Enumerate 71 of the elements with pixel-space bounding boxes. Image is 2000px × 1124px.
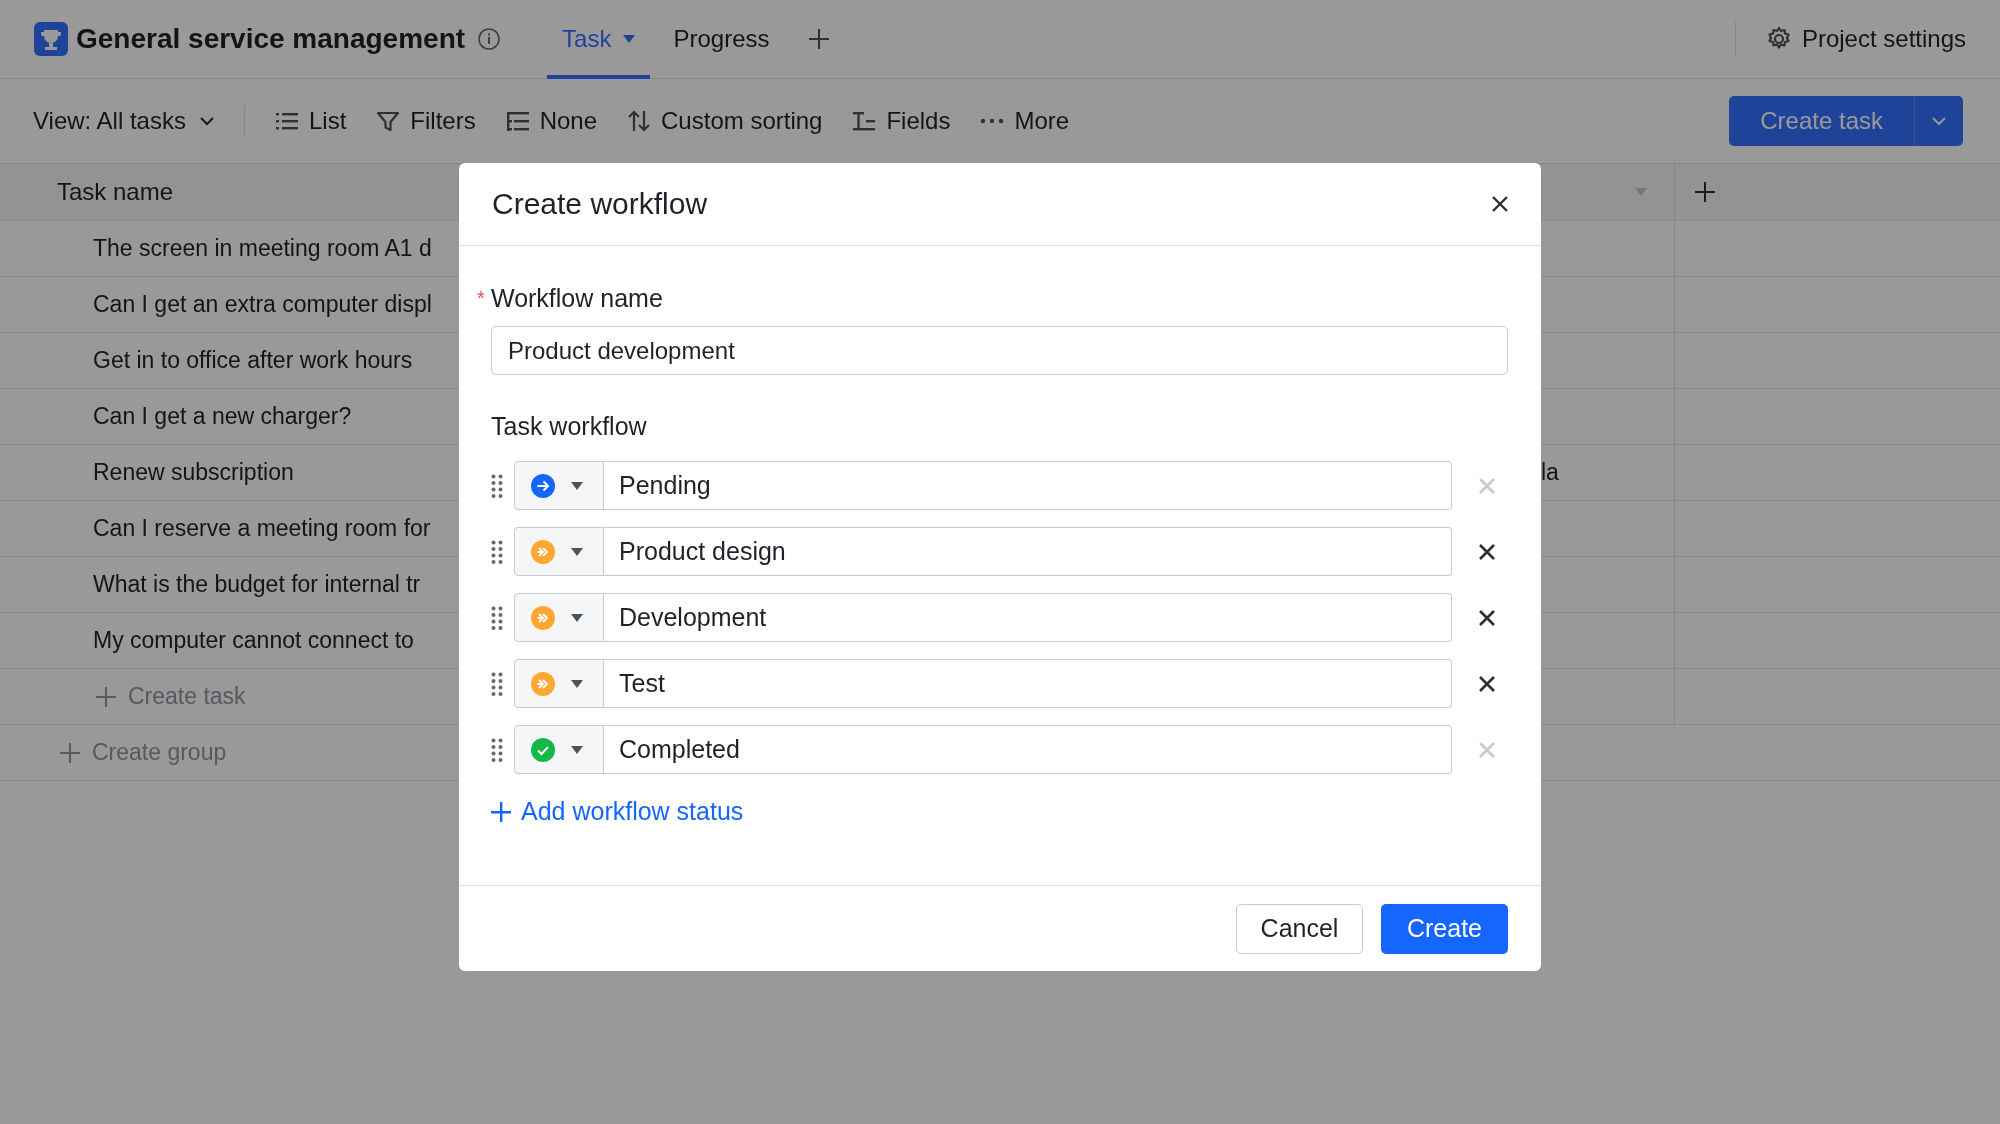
app-title: General service management [76, 23, 466, 55]
table-cell: la [1541, 459, 1559, 486]
status-type-select[interactable] [514, 725, 604, 774]
plus-icon [60, 742, 80, 763]
caret-icon [571, 612, 583, 623]
toolbar-button[interactable]: Filters [376, 107, 476, 135]
filter-icon [376, 109, 401, 133]
close-icon [1478, 674, 1496, 693]
toolbar-button[interactable]: None [505, 107, 598, 135]
caret-icon [571, 480, 583, 491]
drag-handle-icon [491, 473, 503, 498]
toolbar-button[interactable]: Custom sorting [627, 107, 823, 135]
caret-icon [571, 678, 583, 689]
tab[interactable]: Progress [658, 0, 785, 79]
view-dropdown[interactable]: View: All tasks [33, 107, 214, 135]
cancel-button[interactable]: Cancel [1236, 903, 1363, 954]
required-mark: * [477, 287, 486, 310]
status-type-select[interactable] [514, 461, 604, 510]
status-name-field[interactable]: Pending [604, 461, 1452, 510]
toolbar-button[interactable]: List [274, 107, 347, 135]
table-cell-text: Get in to office after work hours [92, 346, 414, 375]
table-cell-text: The screen in meeting room A1 d [92, 234, 433, 263]
status-name-field[interactable]: Completed [604, 725, 1452, 774]
chevron-icon [1932, 116, 1946, 126]
drag-handle-icon [491, 539, 503, 564]
status-name-field[interactable]: Product design [604, 527, 1452, 576]
fields-icon [852, 109, 877, 133]
plus-icon [1695, 182, 1715, 202]
table-cell-text: Can I reserve a meeting room for [92, 514, 432, 543]
status-name-field[interactable]: Test [604, 659, 1452, 708]
more-icon [980, 118, 1005, 124]
sort-icon [627, 109, 652, 133]
check-icon [531, 737, 555, 762]
status-name-field[interactable]: Development [604, 593, 1452, 642]
section-label: Task workflow [491, 412, 648, 441]
table-cell-text: What is the budget for internal tr [92, 570, 422, 599]
column-header: Task name [56, 177, 175, 207]
dialog-title: Create workflow [492, 187, 708, 221]
table-cell-text: Can I get an extra computer displ [92, 290, 433, 319]
caret-icon [571, 546, 583, 557]
close-icon [1491, 195, 1509, 213]
drag-handle-icon [491, 605, 503, 630]
add-status-link[interactable]: Add workflow status [491, 797, 744, 826]
field-label: Workflow name [491, 284, 663, 313]
caret-icon [571, 744, 583, 755]
table-cell-text: Renew subscription [92, 458, 295, 487]
toolbar-button[interactable]: Fields [852, 107, 951, 135]
close-icon [1478, 542, 1496, 561]
create-button[interactable]: Create [1381, 903, 1508, 954]
add-column-button[interactable] [1695, 182, 1715, 202]
plus-icon [96, 686, 116, 707]
info-icon [477, 27, 502, 51]
trophy-icon [34, 22, 68, 56]
close-icon [1478, 476, 1496, 495]
plus-icon [808, 29, 829, 49]
drag-handle-icon [491, 671, 503, 696]
project-settings-button[interactable]: Project settings [1765, 25, 1966, 53]
table-cell-text: Can I get a new charger? [92, 402, 353, 431]
workflow-name-field[interactable]: Product development [491, 326, 1508, 375]
gear-icon [1765, 26, 1792, 52]
toolbar-button[interactable]: More [980, 107, 1070, 135]
chevron-icon [199, 116, 214, 126]
close-button[interactable] [1491, 195, 1509, 213]
close-icon [1478, 740, 1496, 759]
close-icon [1478, 608, 1496, 627]
plus-icon [491, 801, 511, 822]
tree-list-icon [505, 109, 530, 133]
caret-icon [1635, 187, 1647, 197]
caret-icon [623, 34, 636, 44]
drag-handle-icon [491, 737, 503, 762]
table-cell-text: My computer cannot connect to [92, 626, 415, 655]
